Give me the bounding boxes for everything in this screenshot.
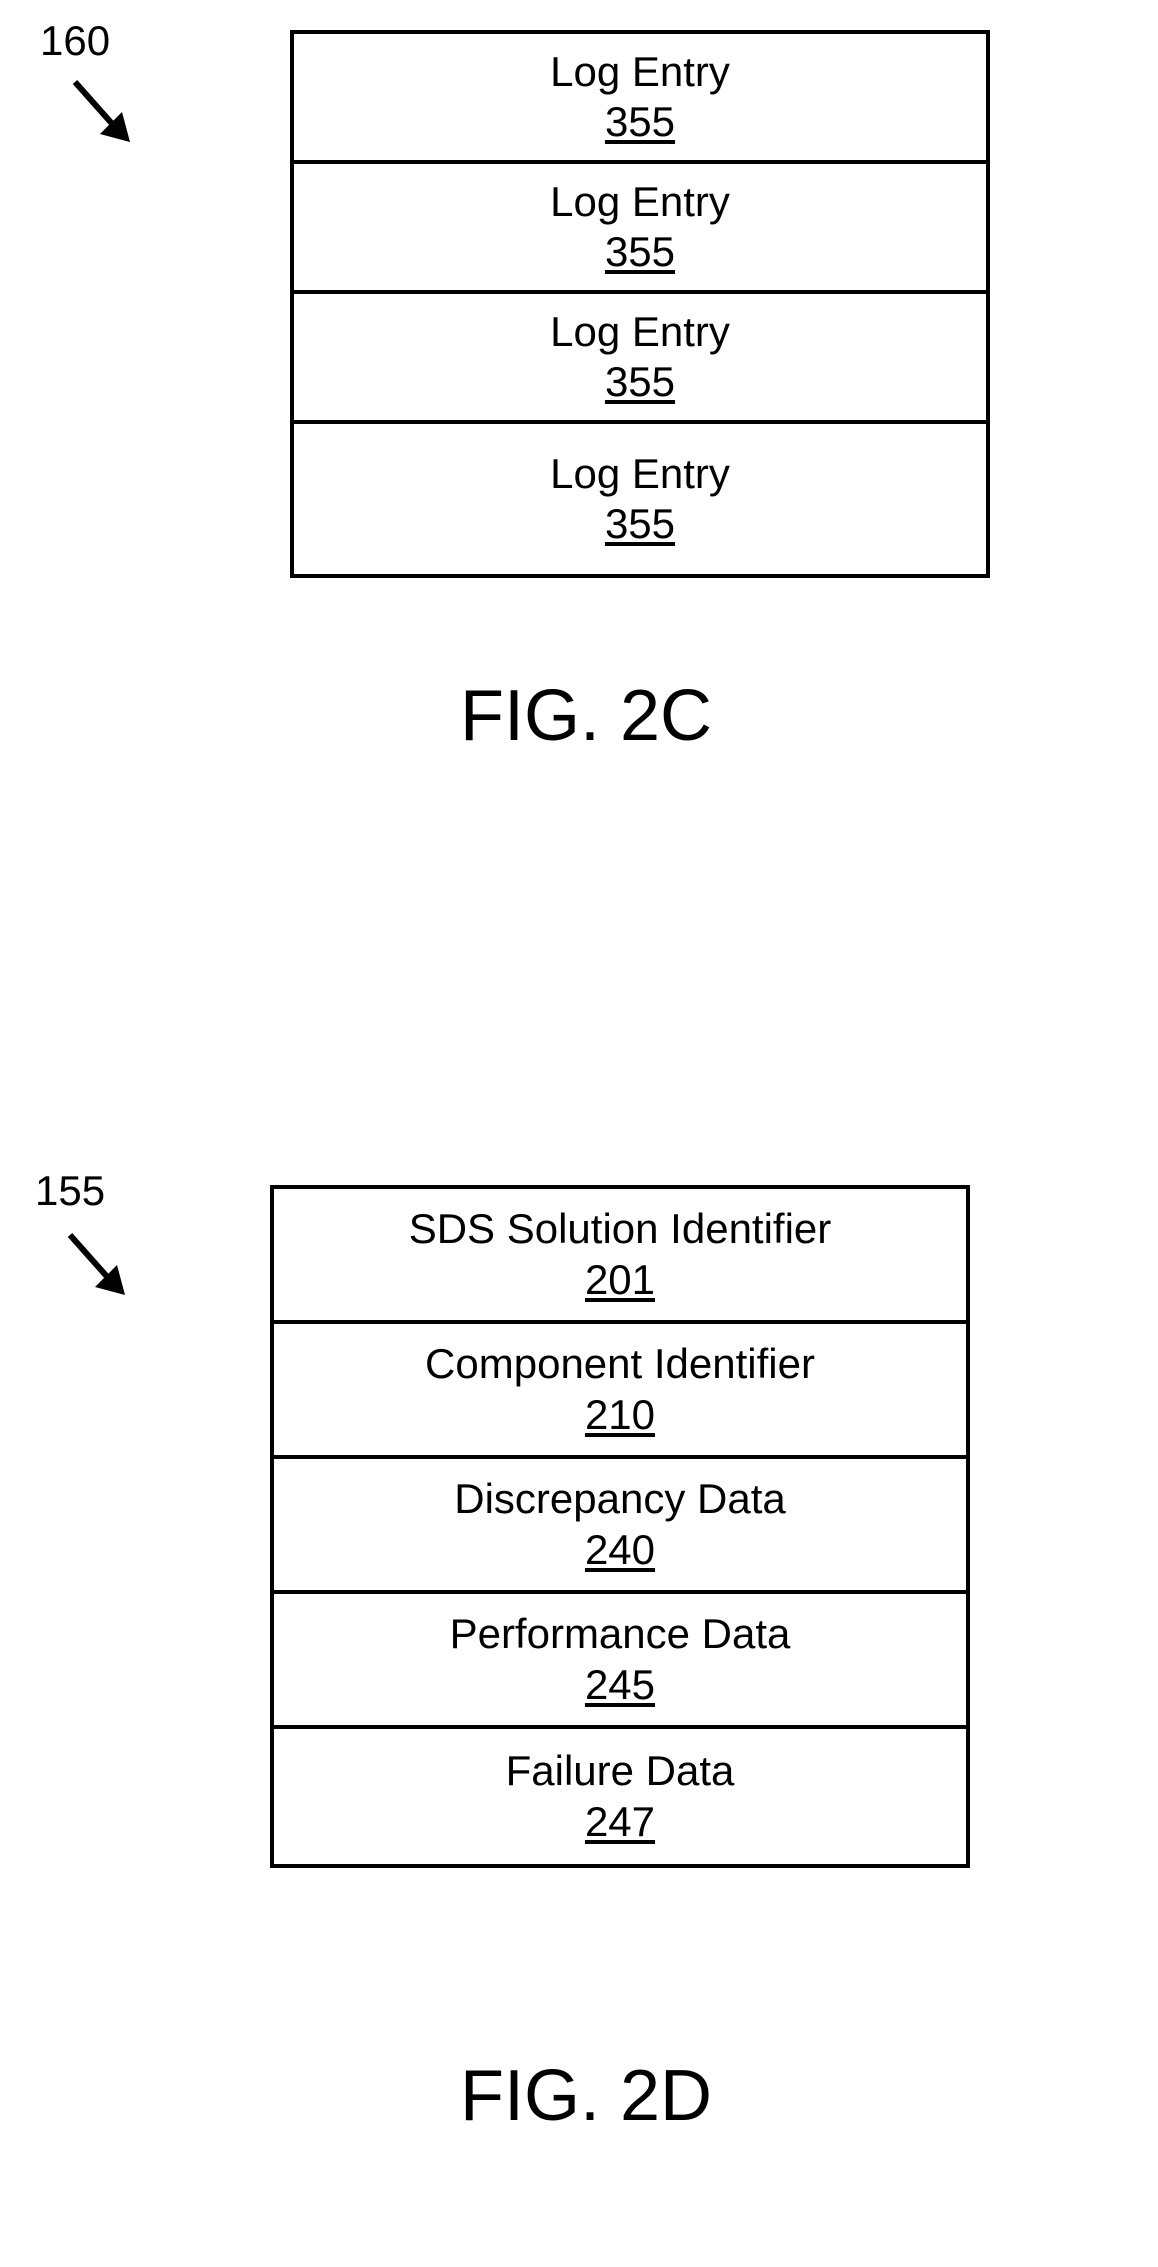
- discrepancy-data-cell: Discrepancy Data 240: [274, 1459, 966, 1594]
- fig2c-ref-number: 160: [40, 20, 110, 62]
- performance-data-cell: Performance Data 245: [274, 1594, 966, 1729]
- fig2c-table: Log Entry 355 Log Entry 355 Log Entry 35…: [290, 30, 990, 578]
- cell-title: Log Entry: [550, 449, 730, 499]
- cell-title: Component Identifier: [425, 1339, 815, 1389]
- cell-number: 240: [585, 1525, 655, 1575]
- cell-title: Log Entry: [550, 307, 730, 357]
- cell-title: Failure Data: [506, 1746, 735, 1796]
- cell-title: SDS Solution Identifier: [409, 1204, 832, 1254]
- fig2d-caption: FIG. 2D: [460, 2060, 712, 2132]
- cell-number: 355: [605, 499, 675, 549]
- log-entry-cell: Log Entry 355: [294, 294, 986, 424]
- log-entry-cell: Log Entry 355: [294, 34, 986, 164]
- fig2c-caption: FIG. 2C: [460, 680, 712, 752]
- cell-number: 245: [585, 1660, 655, 1710]
- cell-number: 355: [605, 227, 675, 277]
- cell-number: 355: [605, 357, 675, 407]
- log-entry-cell: Log Entry 355: [294, 164, 986, 294]
- fig2d-table: SDS Solution Identifier 201 Component Id…: [270, 1185, 970, 1868]
- fig2c-arrow-icon: [60, 72, 150, 162]
- cell-title: Discrepancy Data: [454, 1474, 785, 1524]
- cell-title: Log Entry: [550, 177, 730, 227]
- cell-number: 355: [605, 97, 675, 147]
- log-entry-cell: Log Entry 355: [294, 424, 986, 574]
- cell-title: Performance Data: [450, 1609, 791, 1659]
- component-identifier-cell: Component Identifier 210: [274, 1324, 966, 1459]
- fig2d-ref-number: 155: [35, 1170, 105, 1212]
- sds-solution-identifier-cell: SDS Solution Identifier 201: [274, 1189, 966, 1324]
- cell-title: Log Entry: [550, 47, 730, 97]
- failure-data-cell: Failure Data 247: [274, 1729, 966, 1864]
- cell-number: 201: [585, 1255, 655, 1305]
- cell-number: 247: [585, 1797, 655, 1847]
- fig2d-arrow-icon: [55, 1225, 145, 1315]
- page: 160 Log Entry 355 Log Entry 355 Log Entr…: [0, 0, 1158, 2267]
- cell-number: 210: [585, 1390, 655, 1440]
